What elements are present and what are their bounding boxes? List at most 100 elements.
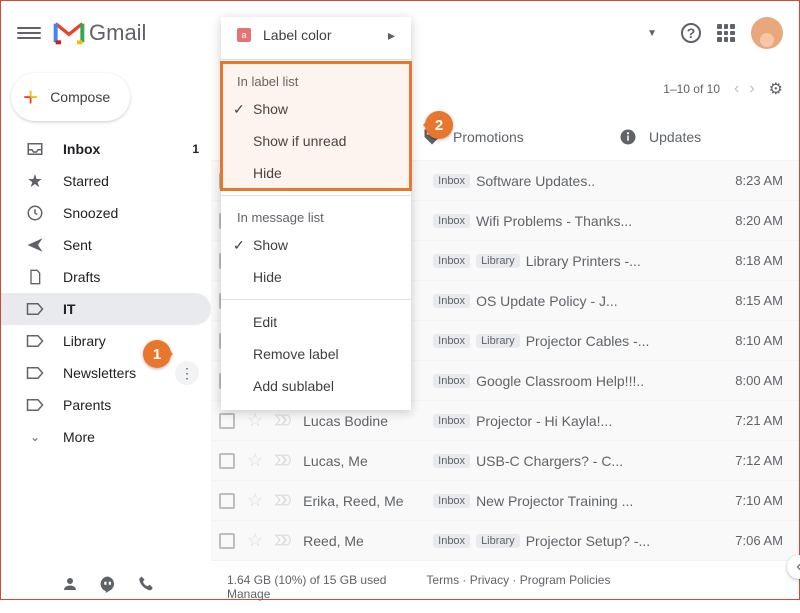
- label-badge: Library: [476, 254, 520, 268]
- avatar[interactable]: [751, 17, 783, 49]
- label-badge: Library: [476, 334, 520, 348]
- label-color-label: Label color: [263, 27, 332, 43]
- email-row[interactable]: ☆Lucas, MeInboxUSB-C Chargers? - C...7:1…: [211, 441, 799, 481]
- chevron-right-icon: ▸: [388, 27, 395, 44]
- sidebar-item-label: More: [63, 429, 95, 445]
- subject: InboxGoogle Classroom Help!!!..: [433, 373, 727, 389]
- sender: Lucas Bodine: [303, 413, 433, 429]
- clock-icon: [25, 204, 45, 222]
- callout-2: 2: [425, 111, 453, 139]
- sidebar-item-more[interactable]: ⌄More: [1, 421, 211, 453]
- next-page-icon[interactable]: ›: [749, 80, 754, 98]
- sender: Reed, Me: [303, 533, 433, 549]
- settings-gear-icon[interactable]: ⚙: [769, 79, 783, 99]
- sidebar-item-it[interactable]: IT: [1, 293, 211, 325]
- info-icon: [619, 128, 637, 146]
- sender: Erika, Reed, Me: [303, 493, 433, 509]
- label-badge: Inbox: [433, 254, 470, 268]
- timestamp: 7:06 AM: [735, 533, 783, 548]
- checkbox[interactable]: [219, 413, 235, 429]
- checkbox[interactable]: [219, 493, 235, 509]
- color-swatch-icon: a: [237, 28, 251, 42]
- footer-links[interactable]: Terms · Privacy · Program Policies: [426, 573, 610, 601]
- compose-button[interactable]: + Compose: [11, 73, 130, 121]
- unread-count: 1: [192, 142, 199, 156]
- opt-edit[interactable]: Edit: [221, 306, 411, 338]
- checkbox[interactable]: [219, 453, 235, 469]
- opt-show-if-unread[interactable]: Show if unread: [221, 125, 411, 157]
- contacts-icon[interactable]: [61, 575, 79, 593]
- compose-label: Compose: [50, 89, 110, 105]
- importance-icon[interactable]: [275, 493, 291, 509]
- email-row[interactable]: ☆Erika, Reed, MeInboxNew Projector Train…: [211, 481, 799, 521]
- label-color-row[interactable]: a Label color ▸: [221, 17, 411, 53]
- sidebar-item-label: Drafts: [63, 269, 100, 285]
- timestamp: 7:21 AM: [735, 413, 783, 428]
- sidebar-item-snoozed[interactable]: Snoozed: [1, 197, 211, 229]
- star-icon[interactable]: ☆: [247, 410, 263, 431]
- sidebar: + Compose Inbox 1 ★StarredSnoozed Sent Draft…: [1, 65, 211, 569]
- manage-link[interactable]: Manage: [227, 587, 270, 601]
- label-icon: [25, 302, 45, 316]
- email-row[interactable]: ☆ Reed, MeInboxLibraryProjector Setup? -.…: [211, 521, 799, 561]
- opt-show[interactable]: Show: [221, 93, 411, 125]
- sidebar-item-newsletters[interactable]: Newsletters ⋮: [1, 357, 211, 389]
- label-icon: [25, 334, 45, 348]
- bottom-bar: [1, 569, 155, 599]
- tab-updates[interactable]: Updates: [603, 113, 799, 160]
- sidebar-item-label: Inbox: [63, 141, 100, 157]
- apps-icon[interactable]: [717, 24, 735, 42]
- sidebar-item-label: Starred: [63, 173, 109, 189]
- label-badge: Library: [476, 534, 520, 548]
- phone-icon[interactable]: [137, 575, 155, 593]
- checkbox[interactable]: [219, 533, 235, 549]
- gmail-logo[interactable]: Gmail: [53, 20, 146, 46]
- opt-add-sublabel[interactable]: Add sublabel: [221, 370, 411, 402]
- sidebar-item-parents[interactable]: Parents: [1, 389, 211, 421]
- sender: Lucas, Me: [303, 453, 433, 469]
- more-options-icon[interactable]: ⋮: [175, 361, 199, 385]
- inbox-icon: [25, 140, 45, 158]
- sidebar-item-label: Sent: [63, 237, 92, 253]
- subject: InboxWifi Problems - Thanks...: [433, 213, 727, 229]
- importance-icon[interactable]: [275, 413, 291, 429]
- importance-icon[interactable]: [275, 453, 291, 469]
- search-options-caret[interactable]: ▼: [639, 20, 665, 47]
- star-icon[interactable]: ☆: [247, 490, 263, 511]
- star-icon[interactable]: ☆: [247, 450, 263, 471]
- label-badge: Inbox: [433, 294, 470, 308]
- sidebar-item-starred[interactable]: ★Starred: [1, 165, 211, 197]
- label-badge: Inbox: [433, 414, 470, 428]
- section-message-list: In message list: [221, 202, 411, 229]
- sidebar-item-drafts[interactable]: Drafts: [1, 261, 211, 293]
- hamburger-icon[interactable]: [17, 21, 41, 45]
- timestamp: 8:23 AM: [735, 173, 783, 188]
- label-context-menu: a Label color ▸ In label list Show Show …: [221, 17, 411, 410]
- help-icon[interactable]: ?: [681, 23, 701, 43]
- subject: InboxLibraryProjector Setup? -...: [433, 533, 727, 549]
- subject: InboxLibraryLibrary Printers -...: [433, 253, 727, 269]
- opt-show-msg[interactable]: Show: [221, 229, 411, 261]
- opt-hide[interactable]: Hide: [221, 157, 411, 189]
- sidebar-item-sent[interactable]: Sent: [1, 229, 211, 261]
- draft-icon: [25, 268, 45, 286]
- opt-hide-msg[interactable]: Hide: [221, 261, 411, 293]
- importance-icon[interactable]: [275, 533, 291, 549]
- sidebar-item-inbox[interactable]: Inbox 1: [1, 133, 211, 165]
- label-icon: [25, 398, 45, 412]
- section-label-list: In label list: [221, 66, 411, 93]
- timestamp: 7:10 AM: [735, 493, 783, 508]
- sidebar-item-label: Newsletters: [63, 365, 136, 381]
- star-icon[interactable]: ☆: [247, 530, 263, 551]
- sidebar-item-label: Library: [63, 333, 106, 349]
- sidebar-item-library[interactable]: Library: [1, 325, 211, 357]
- prev-page-icon[interactable]: ‹: [734, 80, 739, 98]
- subject: InboxOS Update Policy - J...: [433, 293, 727, 309]
- opt-remove-label[interactable]: Remove label: [221, 338, 411, 370]
- tab-label: Promotions: [453, 129, 524, 145]
- hangouts-icon[interactable]: [99, 575, 117, 593]
- subject: InboxSoftware Updates..: [433, 173, 727, 189]
- label-icon: [25, 366, 45, 380]
- timestamp: 8:15 AM: [735, 293, 783, 308]
- send-icon: [25, 236, 45, 254]
